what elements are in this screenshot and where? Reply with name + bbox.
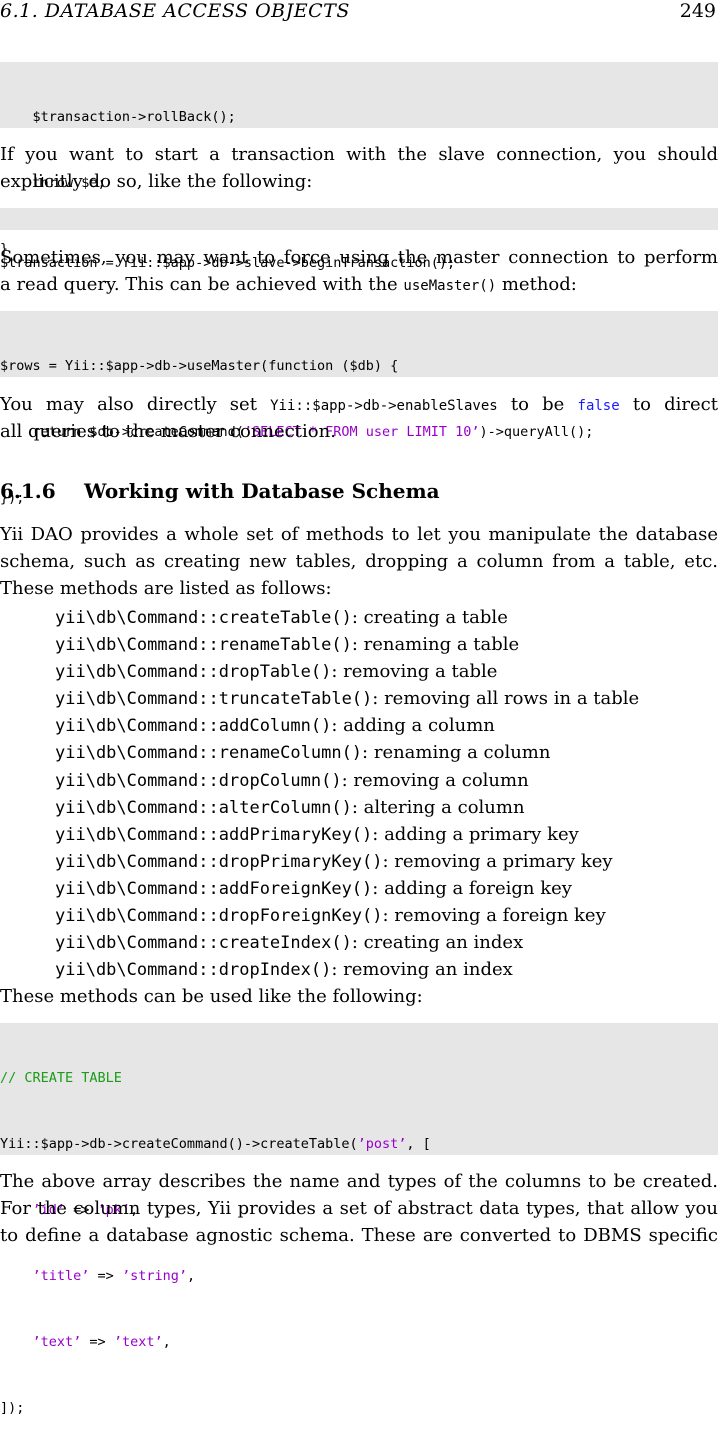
list-item: yii\db\Command::renameColumn(): renaming… xyxy=(55,739,639,766)
list-item: yii\db\Command::truncateTable(): removin… xyxy=(55,685,639,712)
list-item: yii\db\Command::addForeignKey(): adding … xyxy=(55,875,639,902)
text-line: to define a database agnostic schema. Th… xyxy=(0,1225,718,1246)
text-line: Yii DAO provides a whole set of methods … xyxy=(0,524,718,545)
method-desc: : adding a foreign key xyxy=(372,877,572,899)
section-heading: 6.1.6 Working with Database Schema xyxy=(0,479,440,503)
method-desc: : renaming a table xyxy=(351,634,520,656)
paragraph-column-types: The above array describes the name and t… xyxy=(0,1168,718,1249)
text-line: For the column types, Yii provides a set… xyxy=(0,1198,718,1219)
text-line: You may also directly set Yii::$app->db-… xyxy=(0,391,718,418)
method-name: yii\db\Command::createIndex() xyxy=(55,933,352,954)
text-line: These methods are listed as follows: xyxy=(0,578,332,599)
paragraph-enable-slaves: You may also directly set Yii::$app->db-… xyxy=(0,391,718,445)
list-item: yii\db\Command::renameTable(): renaming … xyxy=(55,631,639,658)
list-item: yii\db\Command::addColumn(): adding a co… xyxy=(55,712,639,739)
list-item: yii\db\Command::dropPrimaryKey(): removi… xyxy=(55,848,639,875)
code-block-slave-transaction: $transaction = Yii::$app->db->slave->beg… xyxy=(0,208,718,271)
code-string: ’string’ xyxy=(121,1268,187,1284)
running-header: 6.1. DATABASE ACCESS OBJECTS 249 xyxy=(0,0,718,22)
method-name: yii\db\Command::alterColumn() xyxy=(55,797,352,818)
code-span: => xyxy=(89,1268,122,1284)
section-heading-title: Working with Database Schema xyxy=(84,479,440,503)
list-item: yii\db\Command::createTable(): creating … xyxy=(55,604,639,631)
list-item: yii\db\Command::addPrimaryKey(): adding … xyxy=(55,821,639,848)
text-line: explicitly do so, like the following: xyxy=(0,171,313,192)
method-desc: : adding a primary key xyxy=(372,823,579,845)
code-string: ’text’ xyxy=(113,1334,163,1350)
method-name: yii\db\Command::dropForeignKey() xyxy=(55,906,383,927)
code-string: ’post’ xyxy=(357,1136,407,1152)
method-desc: : removing a primary key xyxy=(382,850,613,872)
paragraph-usage: These methods can be used like the follo… xyxy=(0,983,718,1010)
inline-code: Yii::$app->db->enableSlaves xyxy=(270,398,498,414)
code-line: ’title’ => ’string’, xyxy=(32,1268,196,1284)
method-name: yii\db\Command::renameColumn() xyxy=(55,743,363,764)
method-name: yii\db\Command::dropTable() xyxy=(55,662,332,683)
method-desc: : renaming a column xyxy=(362,742,551,764)
method-name: yii\db\Command::dropColumn() xyxy=(55,770,342,791)
text-span: to be xyxy=(497,394,578,415)
method-desc: : altering a column xyxy=(351,796,525,818)
code-block-use-master: $rows = Yii::$app->db->useMaster(functio… xyxy=(0,311,718,506)
code-line: $transaction->rollBack(); xyxy=(0,109,236,125)
paragraph-schema-intro: Yii DAO provides a whole set of methods … xyxy=(0,521,718,602)
code-line: Yii::$app->db->createCommand()->createTa… xyxy=(0,1133,718,1155)
list-item: yii\db\Command::dropForeignKey(): removi… xyxy=(55,902,639,929)
code-line: $rows = Yii::$app->db->useMaster(functio… xyxy=(0,358,399,374)
code-string: ’text’ xyxy=(32,1334,82,1350)
paragraph-slave-transaction: If you want to start a transaction with … xyxy=(0,141,718,195)
code-comment: // CREATE TABLE xyxy=(0,1070,122,1086)
text-span: You may also directly set xyxy=(0,394,271,415)
method-name: yii\db\Command::truncateTable() xyxy=(55,689,373,710)
inline-code: useMaster() xyxy=(403,278,497,294)
method-name: yii\db\Command::addForeignKey() xyxy=(55,878,373,899)
paragraph-use-master: Sometimes, you may want to force using t… xyxy=(0,244,718,298)
code-line: ]); xyxy=(0,1400,25,1416)
page-number: 249 xyxy=(679,0,716,22)
method-desc: : removing a foreign key xyxy=(382,905,606,927)
method-name: yii\db\Command::dropIndex() xyxy=(55,960,332,981)
code-block-create-table: // CREATE TABLE Yii::$app->db->createCom… xyxy=(0,1023,718,1416)
text-line: The above array describes the name and t… xyxy=(0,1171,718,1192)
text-line: schema, such as creating new tables, dro… xyxy=(0,551,718,572)
text-span: a read query. This can be achieved with … xyxy=(0,274,404,295)
method-desc: : removing all rows in a table xyxy=(372,688,640,710)
list-item: yii\db\Command::dropIndex(): removing an… xyxy=(55,956,639,983)
text-line: These methods can be used like the follo… xyxy=(0,986,423,1007)
text-line: Sometimes, you may want to force using t… xyxy=(0,247,718,268)
code-block-rollback: $transaction->rollBack(); throw $e; } xyxy=(0,62,718,257)
text-span: to direct xyxy=(619,394,718,415)
method-desc: : removing a column xyxy=(341,769,529,791)
text-line: a read query. This can be achieved with … xyxy=(0,271,718,298)
method-list: yii\db\Command::createTable(): creating … xyxy=(55,604,639,983)
list-item: yii\db\Command::alterColumn(): altering … xyxy=(55,794,639,821)
text-line: If you want to start a transaction with … xyxy=(0,144,718,165)
list-item: yii\db\Command::dropColumn(): removing a… xyxy=(55,767,639,794)
method-name: yii\db\Command::renameTable() xyxy=(55,635,352,656)
code-string: ’title’ xyxy=(32,1268,90,1284)
section-number: 6.1.6 xyxy=(0,479,56,503)
inline-code-false: false xyxy=(577,398,620,414)
code-span: , [ xyxy=(406,1136,431,1152)
text-span: method: xyxy=(496,274,577,295)
method-desc: : adding a column xyxy=(331,715,495,737)
section-title: 6.1. DATABASE ACCESS OBJECTS xyxy=(0,0,350,22)
text-line: all queries to the master connection. xyxy=(0,421,336,442)
list-item: yii\db\Command::dropTable(): removing a … xyxy=(55,658,639,685)
code-span: => xyxy=(81,1334,114,1350)
method-desc: : creating an index xyxy=(351,932,524,954)
method-name: yii\db\Command::createTable() xyxy=(55,608,352,628)
method-desc: : creating a table xyxy=(351,607,508,628)
method-name: yii\db\Command::addColumn() xyxy=(55,716,332,737)
code-line: ’text’ => ’text’, xyxy=(32,1334,171,1350)
method-desc: : removing an index xyxy=(331,959,513,981)
method-desc: : removing a table xyxy=(331,661,498,683)
method-name: yii\db\Command::addPrimaryKey() xyxy=(55,824,373,845)
list-item: yii\db\Command::createIndex(): creating … xyxy=(55,929,639,956)
code-span: Yii::$app->db->createCommand()->createTa… xyxy=(0,1136,358,1152)
method-name: yii\db\Command::dropPrimaryKey() xyxy=(55,851,383,872)
